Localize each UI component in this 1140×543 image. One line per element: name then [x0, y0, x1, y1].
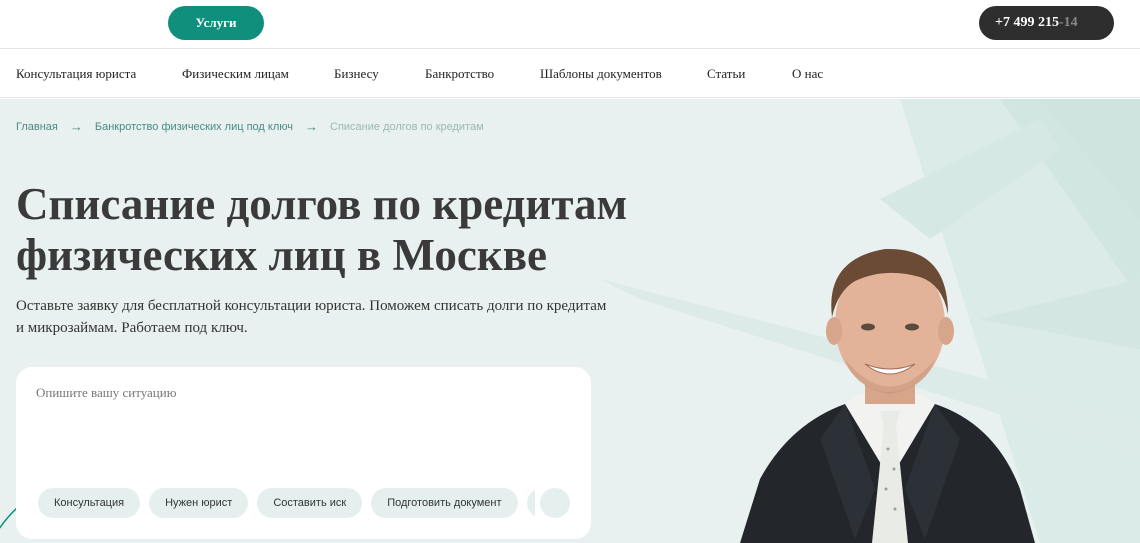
arrow-right-icon: → [69, 119, 83, 134]
quick-chips: Консультация Нужен юрист Составить иск Подг… [38, 488, 535, 520]
chip-need-lawyer[interactable]: Нужен юрист [149, 488, 249, 518]
page-title: Списание долгов по кредитам физических л… [16, 179, 736, 281]
nav-item-bankruptcy[interactable]: Банкротство [425, 66, 494, 82]
breadcrumb-current: Списание долгов по кредитам [330, 120, 484, 133]
consultation-form: Консультация Нужен юрист Составить иск Подг… [16, 367, 591, 539]
top-bar: Услуги +7 499 215 -14 [0, 0, 1140, 49]
page-title-line2: физических лиц в Москве [16, 230, 548, 280]
chip-file-claim[interactable]: Составить иск [257, 488, 363, 518]
situation-input[interactable] [36, 385, 566, 465]
phone-number: +7 499 215 [995, 15, 1059, 30]
nav-item-consultation[interactable]: Консультация юриста [16, 66, 136, 82]
chip-consultation[interactable]: Консультация [38, 488, 141, 518]
main-nav: Консультация юриста Физическим лицам Биз… [0, 50, 1140, 98]
chip-prepare-document[interactable]: Подготовить документ [371, 488, 518, 518]
services-button[interactable]: Услуги [168, 6, 264, 40]
chevron-right-icon[interactable] [540, 488, 570, 518]
lawyer-photo [740, 248, 1035, 543]
nav-item-individuals[interactable]: Физическим лицам [182, 66, 289, 82]
nav-item-articles[interactable]: Статьи [707, 66, 745, 82]
arrow-right-icon: → [305, 119, 319, 134]
hero-section: Главная → Банкротство физических лиц под… [0, 99, 1140, 543]
breadcrumb-parent[interactable]: Банкротство физических лиц под ключ [95, 121, 293, 133]
page-title-line1: Списание долгов по кредитам [16, 179, 628, 229]
phone-button[interactable]: +7 499 215 -14 [979, 6, 1114, 40]
breadcrumb-home[interactable]: Главная [16, 121, 58, 133]
nav-item-business[interactable]: Бизнесу [334, 66, 379, 82]
breadcrumb: Главная → Банкротство физических лиц под… [16, 119, 484, 134]
nav-item-templates[interactable]: Шаблоны документов [540, 66, 662, 82]
nav-item-about[interactable]: О нас [792, 66, 823, 82]
page-subtitle: Оставьте заявку для бесплатной консульта… [16, 298, 607, 336]
chip-more[interactable]: К [526, 488, 535, 518]
phone-number-tail: -14 [1058, 15, 1078, 30]
